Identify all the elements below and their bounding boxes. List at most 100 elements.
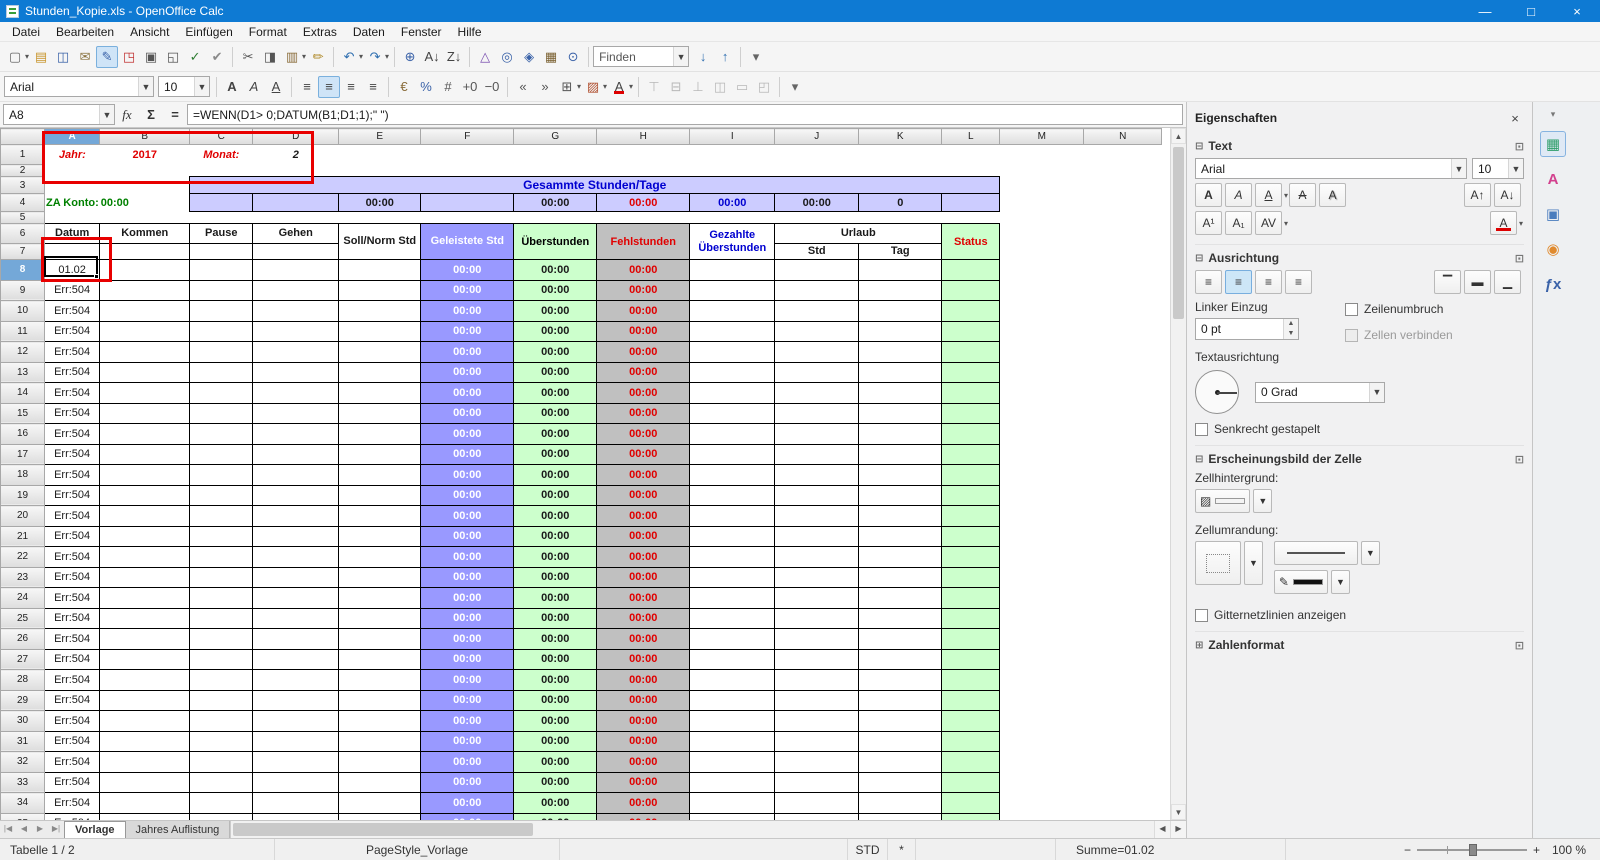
row-header-18[interactable]: 18 — [0, 464, 45, 486]
cell-gehen-15[interactable] — [252, 402, 340, 424]
cell-kommen-32[interactable] — [99, 751, 191, 773]
sidebar-align-center-icon[interactable]: ≡ — [1225, 270, 1252, 294]
merge-and-center-cells-icon[interactable]: ◫ — [709, 76, 731, 98]
function-wizard-icon[interactable]: fx — [115, 104, 139, 125]
cell-urlaub-std-11[interactable] — [774, 320, 860, 342]
cell-urlaub-std-29[interactable] — [774, 689, 860, 711]
cell-n-15[interactable] — [1084, 403, 1162, 424]
maximize-button[interactable]: □ — [1508, 0, 1554, 22]
zelle-dialog-launcher-icon[interactable]: ⊡ — [1515, 453, 1524, 466]
sidebar-font-size-dropdown-icon[interactable]: ▼ — [1508, 159, 1523, 178]
cell-gehen-31[interactable] — [252, 730, 340, 752]
cell-fehlstunden-14[interactable]: 00:00 — [596, 382, 691, 404]
cell-fehlstunden-15[interactable]: 00:00 — [596, 402, 691, 424]
collapse-icon[interactable]: ⊟ — [1195, 141, 1203, 152]
cell-soll-35[interactable] — [338, 812, 422, 820]
cell-n-19[interactable] — [1084, 485, 1162, 506]
navigator-deck-icon[interactable]: ◉ — [1540, 236, 1566, 262]
paste-dropdown-icon[interactable]: ▾ — [302, 52, 306, 61]
cell-gezahlte-34[interactable] — [689, 792, 776, 814]
cell-urlaub-std-25[interactable] — [774, 607, 860, 629]
gallery-icon[interactable]: ▦ — [540, 46, 562, 68]
cell-soll-16[interactable] — [338, 423, 422, 445]
cell-fehlstunden-35[interactable]: 00:00 — [596, 812, 691, 820]
export-pdf-icon[interactable]: ◳ — [118, 46, 140, 68]
cell-status-15[interactable] — [941, 402, 1001, 424]
cell-gezahlte-29[interactable] — [689, 689, 776, 711]
cell-ueberstunden-35[interactable]: 00:00 — [513, 812, 598, 820]
cell-m-33[interactable] — [1000, 772, 1084, 793]
cell-gezahlte-22[interactable] — [689, 546, 776, 568]
ausrichtung-dialog-launcher-icon[interactable]: ⊡ — [1515, 252, 1524, 265]
cell-ueberstunden-26[interactable]: 00:00 — [513, 628, 598, 650]
find-dropdown-icon[interactable]: ▼ — [673, 47, 689, 66]
cell-geleistete-29[interactable]: 00:00 — [420, 689, 515, 711]
cell-n-33[interactable] — [1084, 772, 1162, 793]
zoom-slider[interactable] — [1416, 843, 1527, 856]
cell-gezahlte-23[interactable] — [689, 566, 776, 588]
vertical-scroll-thumb[interactable] — [1173, 147, 1184, 319]
cell-ueberstunden-10[interactable]: 00:00 — [513, 300, 598, 322]
cell-urlaub-std-34[interactable] — [774, 792, 860, 814]
cell-geleistete-17[interactable]: 00:00 — [420, 443, 515, 465]
zahlenformat-dialog-launcher-icon[interactable]: ⊡ — [1515, 639, 1524, 652]
cell-ueberstunden-23[interactable]: 00:00 — [513, 566, 598, 588]
cell-kommen-12[interactable] — [99, 341, 191, 363]
cell-pause-sub[interactable] — [189, 243, 254, 260]
cell-pause-27[interactable] — [189, 648, 254, 670]
cell-gehen-25[interactable] — [252, 607, 340, 629]
cell-gezahlte-9[interactable] — [689, 279, 776, 301]
cell-total-ueberstunden[interactable]: 00:00 — [513, 193, 598, 212]
cell-soll-10[interactable] — [338, 300, 422, 322]
cell-urlaub-std-10[interactable] — [774, 300, 860, 322]
first-sheet-icon[interactable]: |◀ — [0, 821, 16, 838]
edit-file-icon[interactable]: ✎ — [96, 45, 119, 68]
cell-total-gezahlte[interactable]: 00:00 — [689, 193, 776, 212]
cell-kommen-17[interactable] — [99, 443, 191, 465]
cell-ueberstunden-18[interactable]: 00:00 — [513, 464, 598, 486]
cell-urlaub-std-27[interactable] — [774, 648, 860, 670]
cell-gezahlte-14[interactable] — [689, 382, 776, 404]
cell-m-17[interactable] — [1000, 444, 1084, 465]
cell-pause-34[interactable] — [189, 792, 254, 814]
cell-m-24[interactable] — [1000, 588, 1084, 609]
cell-soll-23[interactable] — [338, 566, 422, 588]
selection-mode[interactable]: STD — [848, 839, 888, 860]
cell-soll-30[interactable] — [338, 710, 422, 732]
sidebar-font-color-icon[interactable]: A — [1489, 211, 1517, 235]
character-spacing-icon[interactable]: AV — [1255, 211, 1282, 235]
cell-pause-24[interactable] — [189, 587, 254, 609]
subscript-icon[interactable]: A₁ — [1225, 211, 1252, 235]
cell-urlaub-tag-10[interactable] — [858, 300, 943, 322]
cell-soll-9[interactable] — [338, 279, 422, 301]
cell-fehlstunden-10[interactable]: 00:00 — [596, 300, 691, 322]
cell-m-30[interactable] — [1000, 711, 1084, 732]
cell-datum-20[interactable]: Err:504 — [43, 505, 101, 527]
cell-gehen-22[interactable] — [252, 546, 340, 568]
cell-urlaub-std-19[interactable] — [774, 484, 860, 506]
cell-urlaub-tag-28[interactable] — [858, 669, 943, 691]
cell-soll-34[interactable] — [338, 792, 422, 814]
cell-jahr-label[interactable]: Jahr: — [45, 145, 100, 165]
cell-datum-18[interactable]: Err:504 — [43, 464, 101, 486]
cell-border-dropdown-icon[interactable]: ▼ — [1244, 541, 1263, 585]
column-header-N[interactable]: N — [1083, 128, 1163, 145]
cell-kommen-29[interactable] — [99, 689, 191, 711]
row-header-23[interactable]: 23 — [0, 566, 45, 588]
cell-empty[interactable] — [1000, 244, 1162, 260]
sort-ascending-icon[interactable]: A↓ — [421, 46, 443, 68]
cell-pause-32[interactable] — [189, 751, 254, 773]
cell-m-19[interactable] — [1000, 485, 1084, 506]
cell-urlaub-tag-22[interactable] — [858, 546, 943, 568]
toolbar2-options-icon[interactable]: ▾ — [784, 76, 806, 98]
cell-datum-24[interactable]: Err:504 — [43, 587, 101, 609]
cell-soll-11[interactable] — [338, 320, 422, 342]
borders-icon[interactable]: ⊞ — [556, 76, 578, 98]
cell-gehen-8[interactable] — [252, 259, 340, 281]
cell-za-konto-value[interactable]: 00:00 — [100, 194, 190, 212]
cell-empty[interactable] — [339, 145, 1162, 165]
cell-pause-26[interactable] — [189, 628, 254, 650]
cell-ueberstunden-28[interactable]: 00:00 — [513, 669, 598, 691]
cell-kommen-27[interactable] — [99, 648, 191, 670]
cell-za-konto-label[interactable]: ZA Konto: — [45, 194, 100, 212]
